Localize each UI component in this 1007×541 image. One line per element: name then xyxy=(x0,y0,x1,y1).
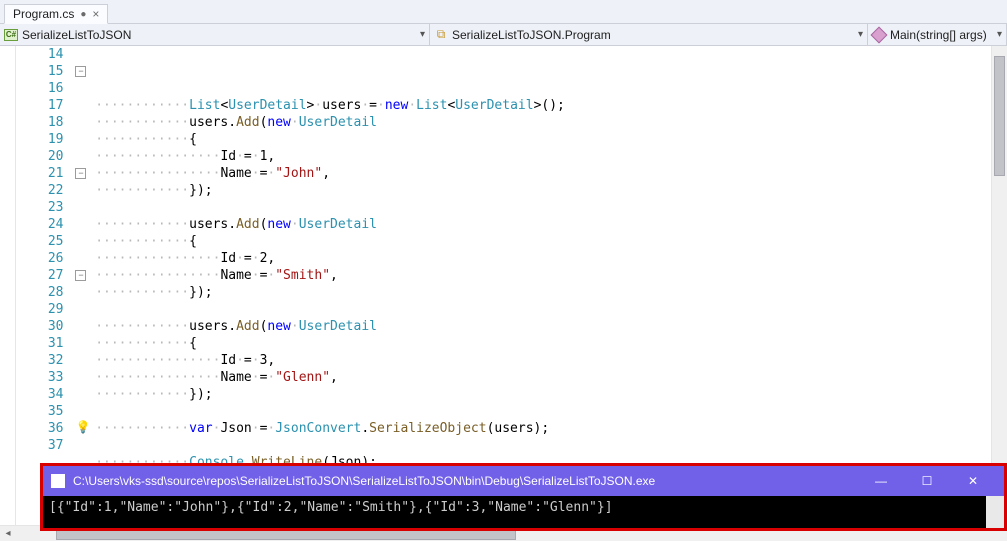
window-buttons: — ☐ ✕ xyxy=(858,466,996,496)
line-number: 24 xyxy=(16,216,63,233)
line-number: 32 xyxy=(16,352,63,369)
code-line[interactable]: ················Name·=·"Smith", xyxy=(95,267,1006,284)
context-bar: C# SerializeListToJSON ▾ ⧉ SerializeList… xyxy=(0,24,1007,46)
glyph-margin xyxy=(0,46,16,525)
maximize-button[interactable]: ☐ xyxy=(904,466,950,496)
code-line[interactable]: ············{ xyxy=(95,131,1006,148)
code-line[interactable]: ············}); xyxy=(95,182,1006,199)
document-tab-bar: Program.cs ● × xyxy=(0,0,1007,24)
line-number: 29 xyxy=(16,301,63,318)
close-button[interactable]: ✕ xyxy=(950,466,996,496)
chevron-down-icon: ▾ xyxy=(420,29,425,40)
code-editor[interactable]: 1415161718192021222324252627282930313233… xyxy=(0,46,1007,525)
context-project-dropdown[interactable]: C# SerializeListToJSON ▾ xyxy=(0,24,430,45)
method-icon xyxy=(872,28,886,42)
line-number: 35 xyxy=(16,403,63,420)
code-line[interactable] xyxy=(95,403,1006,420)
line-number: 21 xyxy=(16,165,63,182)
line-number: 15 xyxy=(16,63,63,80)
line-number: 26 xyxy=(16,250,63,267)
line-number: 20 xyxy=(16,148,63,165)
context-class-label: SerializeListToJSON.Program xyxy=(452,28,611,42)
console-vertical-scrollbar[interactable] xyxy=(986,496,1004,528)
line-number: 30 xyxy=(16,318,63,335)
fold-toggle-icon[interactable]: − xyxy=(75,168,86,179)
line-number: 25 xyxy=(16,233,63,250)
code-line[interactable]: ············users.Add(new·UserDetail xyxy=(95,216,1006,233)
code-line[interactable]: ············}); xyxy=(95,284,1006,301)
editor-viewport: ············List<UserDetail>·users·=·new… xyxy=(95,46,1007,525)
console-window: C:\Users\vks-ssd\source\repos\SerializeL… xyxy=(40,463,1007,531)
line-number: 19 xyxy=(16,131,63,148)
console-output-text: [{"Id":1,"Name":"John"},{"Id":2,"Name":"… xyxy=(49,500,613,515)
code-line[interactable] xyxy=(95,199,1006,216)
code-line[interactable]: ············List<UserDetail>·users·=·new… xyxy=(95,97,1006,114)
file-tab-program-cs[interactable]: Program.cs ● × xyxy=(4,4,108,24)
line-number: 28 xyxy=(16,284,63,301)
line-number: 37 xyxy=(16,437,63,454)
scroll-left-arrow-icon[interactable]: ◂ xyxy=(0,528,16,539)
code-line[interactable] xyxy=(95,301,1006,318)
close-icon[interactable]: × xyxy=(92,7,99,21)
context-project-label: SerializeListToJSON xyxy=(22,28,131,42)
line-number: 36 xyxy=(16,420,63,437)
code-line[interactable]: ············{ xyxy=(95,335,1006,352)
context-class-dropdown[interactable]: ⧉ SerializeListToJSON.Program ▾ xyxy=(430,24,868,45)
code-line[interactable] xyxy=(95,437,1006,454)
fold-toggle-icon[interactable]: − xyxy=(75,66,86,77)
minimize-button[interactable]: — xyxy=(858,466,904,496)
vertical-scrollbar-thumb[interactable] xyxy=(994,56,1005,176)
context-method-dropdown[interactable]: Main(string[] args) ▾ xyxy=(868,24,1007,45)
file-tab-label: Program.cs xyxy=(13,7,74,21)
console-title-text: C:\Users\vks-ssd\source\repos\SerializeL… xyxy=(73,474,655,488)
line-number: 18 xyxy=(16,114,63,131)
line-number-gutter: 1415161718192021222324252627282930313233… xyxy=(16,46,73,525)
line-number: 22 xyxy=(16,182,63,199)
code-line[interactable]: ················Id·=·3, xyxy=(95,352,1006,369)
line-number: 33 xyxy=(16,369,63,386)
fold-toggle-icon[interactable]: − xyxy=(75,270,86,281)
code-line[interactable]: ················Id·=·1, xyxy=(95,148,1006,165)
console-output: [{"Id":1,"Name":"John"},{"Id":2,"Name":"… xyxy=(43,496,1004,528)
fold-marker-column: − − − 💡 xyxy=(73,46,95,525)
context-method-label: Main(string[] args) xyxy=(890,28,987,42)
code-line[interactable]: ············}); xyxy=(95,386,1006,403)
line-number: 16 xyxy=(16,80,63,97)
code-line[interactable]: ············users.Add(new·UserDetail xyxy=(95,114,1006,131)
line-number: 31 xyxy=(16,335,63,352)
code-line[interactable]: ················Id·=·2, xyxy=(95,250,1006,267)
code-line[interactable]: ············var·Json·=·JsonConvert.Seria… xyxy=(95,420,1006,437)
line-number: 23 xyxy=(16,199,63,216)
chevron-down-icon: ▾ xyxy=(858,29,863,40)
vertical-scrollbar[interactable] xyxy=(991,46,1007,525)
class-icon: ⧉ xyxy=(434,28,448,42)
code-line[interactable]: ················Name·=·"John", xyxy=(95,165,1006,182)
csharp-project-icon: C# xyxy=(4,28,18,42)
code-line[interactable]: ············users.Add(new·UserDetail xyxy=(95,318,1006,335)
code-line[interactable]: ················Name·=·"Glenn", xyxy=(95,369,1006,386)
line-number: 17 xyxy=(16,97,63,114)
lightbulb-icon[interactable]: 💡 xyxy=(75,420,90,434)
pin-icon[interactable]: ● xyxy=(80,9,86,20)
console-app-icon xyxy=(51,474,65,488)
line-number: 27 xyxy=(16,267,63,284)
console-title-bar[interactable]: C:\Users\vks-ssd\source\repos\SerializeL… xyxy=(43,466,1004,496)
chevron-down-icon: ▾ xyxy=(997,29,1002,40)
line-number: 34 xyxy=(16,386,63,403)
code-line[interactable]: ············{ xyxy=(95,233,1006,250)
line-number: 14 xyxy=(16,46,63,63)
code-lines[interactable]: ············List<UserDetail>·users·=·new… xyxy=(95,46,1006,505)
